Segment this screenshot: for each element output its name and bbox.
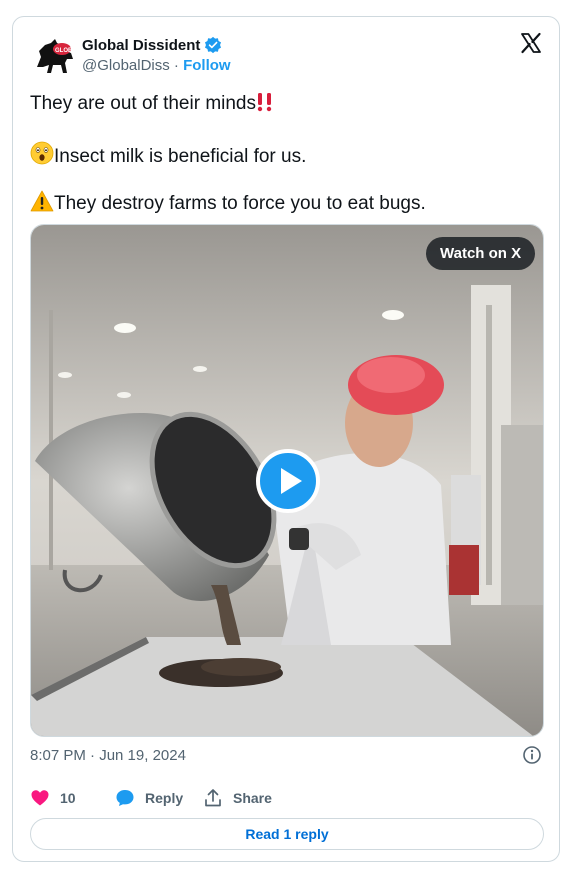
follow-link[interactable]: Follow bbox=[183, 57, 231, 74]
share-icon bbox=[205, 789, 221, 807]
reply-bubble-icon bbox=[116, 790, 134, 806]
author-handle[interactable]: @GlobalDiss bbox=[82, 57, 170, 74]
play-icon[interactable] bbox=[256, 449, 320, 513]
astonished-face-emoji bbox=[30, 141, 54, 165]
info-icon[interactable] bbox=[522, 745, 542, 765]
tweet-line-1-text: They are out of their minds bbox=[30, 93, 256, 114]
heart-icon bbox=[31, 790, 49, 806]
tweet-line-2-text: Insect milk is beneficial for us. bbox=[54, 146, 307, 167]
read-replies-button[interactable]: Read 1 reply bbox=[30, 818, 544, 850]
warning-emoji bbox=[30, 190, 54, 212]
tweet-text: They are out of their minds Insect milk … bbox=[30, 92, 545, 214]
tweet-timestamp[interactable]: 8:07 PM · Jun 19, 2024 bbox=[30, 747, 186, 764]
author-name-row: Global Dissident bbox=[82, 36, 222, 54]
svg-text:GLOBAL: GLOBAL bbox=[55, 48, 79, 54]
double-exclamation-emoji bbox=[257, 93, 272, 112]
tweet-line-1: They are out of their minds bbox=[30, 92, 545, 116]
tweet-line-3-text: They destroy farms to force you to eat b… bbox=[54, 193, 426, 214]
share-label: Share bbox=[233, 790, 272, 806]
tweet-line-2: Insect milk is beneficial for us. bbox=[30, 141, 545, 167]
x-logo-icon[interactable] bbox=[519, 31, 543, 55]
tweet-line-3: They destroy farms to force you to eat b… bbox=[30, 190, 545, 214]
reply-button[interactable]: Reply bbox=[115, 788, 203, 808]
action-bar: 10 Reply Share bbox=[30, 787, 272, 809]
watch-on-x-button[interactable]: Watch on X bbox=[426, 237, 536, 270]
reply-label: Reply bbox=[145, 790, 184, 806]
video-player[interactable]: Watch on X bbox=[30, 224, 544, 737]
author-display-name[interactable]: Global Dissident bbox=[82, 37, 200, 54]
tweet-card: GLOBAL Global Dissident @GlobalDiss · Fo… bbox=[12, 16, 560, 862]
like-button[interactable]: 10 bbox=[30, 788, 115, 808]
like-count: 10 bbox=[60, 790, 76, 806]
horse-avatar-icon[interactable]: GLOBAL bbox=[31, 33, 79, 81]
handle-separator: · bbox=[169, 57, 184, 74]
share-button[interactable]: Share bbox=[203, 788, 272, 808]
verified-badge-icon bbox=[205, 36, 222, 54]
author-handle-row: @GlobalDiss · Follow bbox=[82, 57, 231, 74]
